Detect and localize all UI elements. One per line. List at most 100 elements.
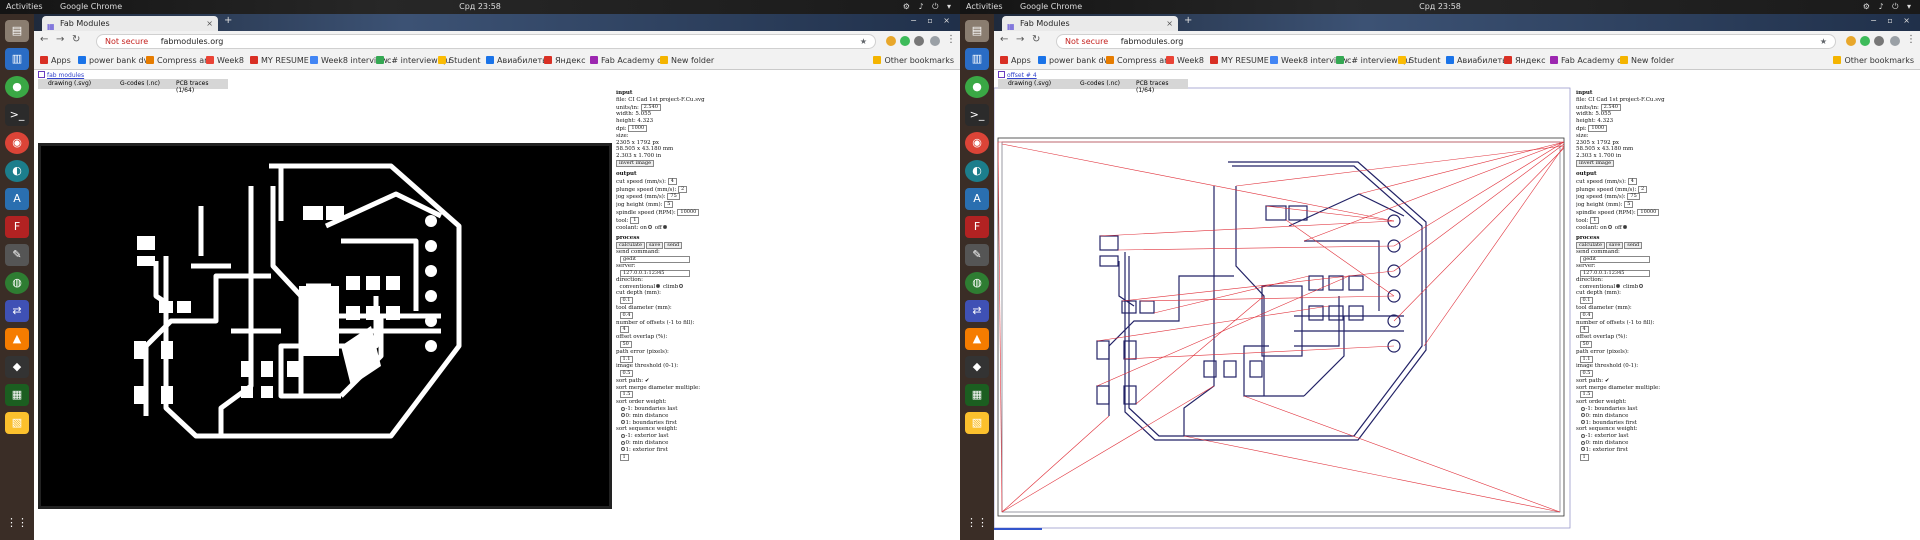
profile-icon[interactable] bbox=[1890, 36, 1900, 46]
globe-icon[interactable]: ◍ bbox=[965, 272, 989, 294]
offsets-input[interactable]: 4 bbox=[1579, 326, 1589, 334]
extension-icon[interactable] bbox=[914, 36, 924, 46]
activities-button[interactable]: Activities bbox=[6, 0, 43, 14]
forward-icon[interactable]: → bbox=[56, 34, 64, 45]
system-tray[interactable]: ⚙ ♪ ⏻ ▾ bbox=[903, 0, 954, 14]
chrome-icon[interactable]: ◉ bbox=[5, 132, 29, 154]
bookmark-item[interactable]: Fab Academy co bbox=[590, 56, 666, 65]
bookmark-item[interactable]: Week8 bbox=[1166, 56, 1204, 65]
bookmark-item[interactable]: Week8 bbox=[206, 56, 244, 65]
tab-fab-modules[interactable]: ▦ Fab Modules × bbox=[42, 16, 218, 31]
server-input[interactable]: 127.0.0.1:12345 bbox=[1580, 269, 1650, 277]
save-button[interactable]: save bbox=[1605, 242, 1624, 250]
tool-diameter-input[interactable]: 0.4 bbox=[1579, 311, 1594, 319]
conventional-radio[interactable] bbox=[1616, 284, 1621, 289]
bookmark-item[interactable]: Student bbox=[438, 56, 481, 65]
bookmark-item[interactable]: Other bookmarks bbox=[873, 56, 954, 65]
close-icon[interactable]: × bbox=[1166, 16, 1173, 31]
units-input[interactable]: 2.540 bbox=[640, 103, 661, 111]
pcb-image[interactable] bbox=[38, 143, 612, 509]
clock[interactable]: Срд 23:58 bbox=[459, 0, 501, 14]
tab-fab-modules[interactable]: ▦ Fab Modules × bbox=[1002, 16, 1178, 31]
star-icon[interactable]: ★ bbox=[1820, 35, 1827, 49]
coolant-off-radio[interactable] bbox=[662, 225, 667, 230]
server-input[interactable]: 127.0.0.1:12345 bbox=[620, 269, 690, 277]
terminal-icon[interactable]: >_ bbox=[5, 104, 29, 126]
window-controls[interactable]: − ▫ × bbox=[1870, 16, 1914, 25]
vlc-icon[interactable]: ▲ bbox=[5, 328, 29, 350]
sequence-radio-3[interactable] bbox=[1580, 447, 1585, 452]
menu-icon[interactable]: ⋮ bbox=[946, 34, 956, 45]
transfer-icon[interactable]: ⇄ bbox=[5, 300, 29, 322]
vlc-icon[interactable]: ▲ bbox=[965, 328, 989, 350]
transfer-icon[interactable]: ⇄ bbox=[965, 300, 989, 322]
sort-path-checkbox[interactable]: ✔ bbox=[1605, 378, 1610, 384]
chart-icon[interactable]: ▧ bbox=[965, 412, 989, 434]
new-tab-button[interactable]: + bbox=[1184, 15, 1192, 26]
sequence-input[interactable]: 1 bbox=[619, 453, 629, 461]
activities-button[interactable]: Activities bbox=[966, 0, 1003, 14]
bookmark-item[interactable]: Авиабилеты bbox=[1446, 56, 1508, 65]
close-icon[interactable]: × bbox=[206, 16, 213, 31]
menu-icon[interactable]: ⋮ bbox=[1906, 34, 1916, 45]
calculate-button[interactable]: calculate bbox=[616, 242, 645, 250]
globe-icon[interactable]: ◍ bbox=[5, 272, 29, 294]
bookmark-item[interactable]: Compress and bbox=[146, 56, 214, 65]
forward-icon[interactable]: → bbox=[1016, 34, 1024, 45]
merge-input[interactable]: 1.5 bbox=[1579, 391, 1594, 399]
send-command-input[interactable]: gedit bbox=[620, 255, 690, 263]
cut-speed-input[interactable]: 4 bbox=[667, 177, 677, 185]
send-button[interactable]: send bbox=[1624, 242, 1643, 250]
extension-icon[interactable] bbox=[1874, 36, 1884, 46]
send-command-input[interactable]: gedit bbox=[1580, 255, 1650, 263]
extension-icon[interactable] bbox=[900, 36, 910, 46]
app-grid-icon[interactable]: ⋮⋮ bbox=[965, 512, 989, 534]
plunge-speed-input[interactable]: 2 bbox=[678, 185, 688, 193]
sequence-radio-1[interactable] bbox=[1580, 433, 1585, 438]
merge-input[interactable]: 1.5 bbox=[619, 391, 634, 399]
pcb-icon[interactable]: ▦ bbox=[5, 384, 29, 406]
mode-gcodes[interactable]: G-codes (.nc) bbox=[1080, 80, 1120, 87]
mode-drawing[interactable]: drawing (.svg) bbox=[48, 80, 91, 87]
bookmark-item[interactable]: Apps bbox=[40, 56, 71, 65]
sequence-input[interactable]: 1 bbox=[1579, 453, 1589, 461]
reload-icon[interactable]: ↻ bbox=[1032, 34, 1040, 45]
extension-icon[interactable] bbox=[1860, 36, 1870, 46]
tool-input[interactable]: 1 bbox=[1590, 216, 1600, 224]
tool-input[interactable]: 1 bbox=[630, 216, 640, 224]
document-icon[interactable]: ▥ bbox=[965, 48, 989, 70]
dpi-input[interactable]: 1000 bbox=[1588, 124, 1608, 132]
inkscape-icon[interactable]: ◆ bbox=[5, 356, 29, 378]
not-secure-label[interactable]: Not secure bbox=[1065, 37, 1108, 46]
bookmark-item[interactable]: MY RESUME bbox=[1210, 56, 1269, 65]
coolant-off-radio[interactable] bbox=[1622, 225, 1627, 230]
path-error-input[interactable]: 1.1 bbox=[1579, 355, 1594, 363]
app-blue-icon[interactable]: A bbox=[5, 188, 29, 210]
dpi-input[interactable]: 1000 bbox=[628, 124, 648, 132]
back-icon[interactable]: ← bbox=[1000, 34, 1008, 45]
reload-icon[interactable]: ↻ bbox=[72, 34, 80, 45]
invert-image-button[interactable]: invert image bbox=[616, 159, 655, 167]
cut-depth-input[interactable]: 0.1 bbox=[1579, 297, 1594, 305]
plunge-speed-input[interactable]: 2 bbox=[1638, 185, 1648, 193]
overlap-input[interactable]: 50 bbox=[1579, 340, 1592, 348]
climb-radio[interactable] bbox=[679, 284, 684, 289]
app-green-icon[interactable]: ● bbox=[5, 76, 29, 98]
bookmark-item[interactable]: power bank dvi bbox=[1038, 56, 1111, 65]
app-menu[interactable]: Google Chrome bbox=[60, 0, 122, 14]
pcb-icon[interactable]: ▦ bbox=[965, 384, 989, 406]
app-teal-icon[interactable]: ◐ bbox=[965, 160, 989, 182]
spindle-speed-input[interactable]: 10000 bbox=[1637, 208, 1660, 216]
chart-icon[interactable]: ▧ bbox=[5, 412, 29, 434]
extension-icon[interactable] bbox=[886, 36, 896, 46]
bookmark-item[interactable]: Other bookmarks bbox=[1833, 56, 1914, 65]
files-icon[interactable]: ▤ bbox=[5, 20, 29, 42]
mode-pcb-traces[interactable]: PCB traces (1/64) bbox=[1136, 80, 1188, 94]
bookmark-item[interactable]: Apps bbox=[1000, 56, 1031, 65]
toolpath-canvas[interactable] bbox=[994, 76, 1920, 530]
climb-radio[interactable] bbox=[1639, 284, 1644, 289]
filezilla-icon[interactable]: F bbox=[5, 216, 29, 238]
jog-speed-input[interactable]: 75 bbox=[1627, 193, 1640, 201]
bookmark-item[interactable]: Яндекс bbox=[1504, 56, 1545, 65]
bookmark-item[interactable]: Compress and bbox=[1106, 56, 1174, 65]
